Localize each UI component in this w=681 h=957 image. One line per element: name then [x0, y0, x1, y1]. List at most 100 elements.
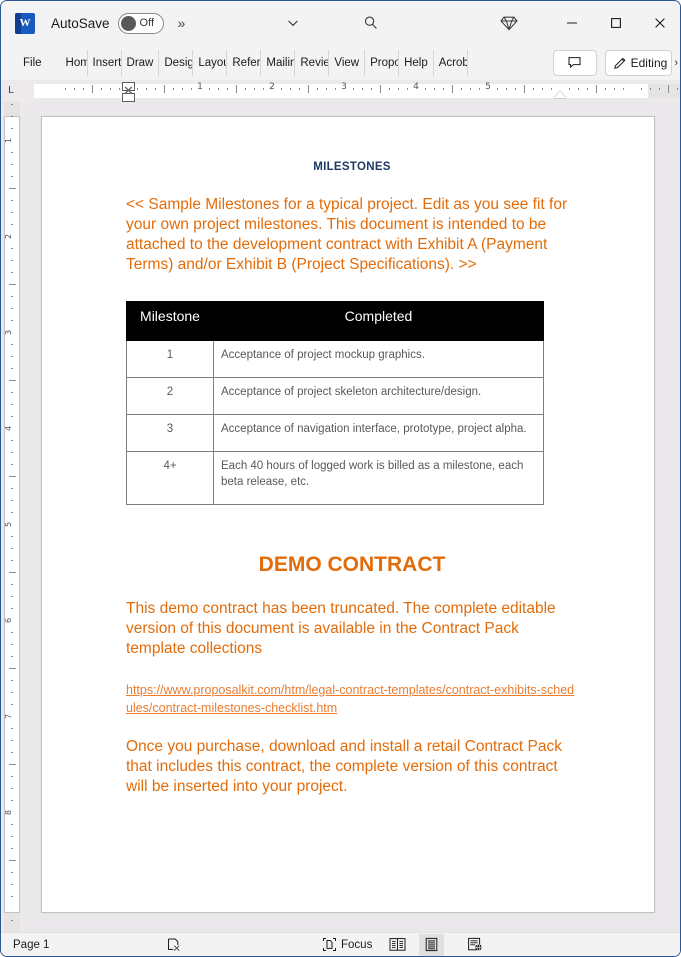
search-icon[interactable] [356, 9, 386, 37]
tab-acrobat[interactable]: Acrobat [434, 49, 468, 76]
vruler-tick [11, 740, 13, 741]
proposalkit-link[interactable]: https://www.proposalkit.com/htm/legal-co… [126, 681, 578, 717]
word-window: W AutoSave Off » File Ho Insert Draw Des… [0, 0, 681, 957]
minimize-icon[interactable] [550, 2, 594, 44]
print-layout-icon[interactable] [419, 933, 444, 956]
cell-completed-1: Acceptance of project mockup graphics. [213, 340, 544, 378]
vruler-tick [11, 824, 13, 825]
tab-stop-selector[interactable]: L [8, 85, 14, 96]
vruler-number: 8 [4, 809, 14, 816]
vruler-tick [11, 464, 13, 465]
title-bar: W AutoSave Off » [1, 1, 680, 45]
vruler-tick [11, 836, 13, 837]
ruler-number: 4 [413, 82, 419, 92]
document-page[interactable]: MILESTONES << Sample Milestones for a ty… [41, 116, 655, 913]
table-row[interactable]: 1 Acceptance of project mockup graphics. [126, 340, 544, 378]
focus-mode-button[interactable]: Focus [317, 934, 377, 956]
ruler-tick [317, 88, 318, 90]
word-app-icon[interactable]: W [15, 12, 35, 34]
document-body[interactable]: MILESTONES << Sample Milestones for a ty… [126, 161, 578, 797]
cell-milestone-2: 2 [126, 377, 214, 415]
vruler-tick [11, 272, 13, 273]
ruler-tick [65, 88, 66, 90]
autosave-toggle[interactable]: Off [117, 12, 164, 34]
tab-references[interactable]: References [227, 49, 262, 76]
ruler-tick [533, 88, 534, 90]
tab-proposal-kit[interactable]: Proposal Kit [365, 49, 400, 76]
table-header-milestone: Milestone [126, 301, 214, 341]
vruler-tick [9, 380, 16, 381]
cell-completed-2: Acceptance of project skeleton architect… [213, 377, 544, 415]
vruler-tick [11, 848, 13, 849]
vruler-number: 4 [4, 425, 14, 432]
table-header-completed: Completed [213, 301, 544, 341]
ruler-tick [515, 88, 516, 90]
vruler-tick [11, 356, 13, 357]
ribbon-right-controls: Editing › [552, 49, 680, 76]
maximize-icon[interactable] [594, 2, 638, 44]
document-canvas[interactable]: MILESTONES << Sample Milestones for a ty… [23, 102, 680, 934]
vertical-ruler[interactable]: 1 2 3 4 5 6 7 8 [1, 102, 23, 934]
vruler-tick [11, 896, 13, 897]
table-row[interactable]: 3 Acceptance of navigation interface, pr… [126, 414, 544, 452]
vruler-tick [11, 884, 13, 885]
ruler-tick [371, 88, 372, 90]
tab-view[interactable]: View [329, 49, 366, 76]
ruler-tick [398, 88, 399, 90]
read-mode-icon[interactable] [384, 934, 411, 956]
vruler-tick [9, 860, 16, 861]
ruler-tick [353, 88, 354, 90]
vruler-tick [11, 416, 13, 417]
tab-insert[interactable]: Insert [88, 49, 122, 76]
vruler-tick [11, 728, 13, 729]
quick-access-overflow-button[interactable]: » [178, 15, 186, 31]
vruler-tick [9, 668, 16, 669]
vruler-tick [11, 116, 13, 117]
autosave-label: AutoSave [51, 15, 110, 31]
page-number-status[interactable]: Page 1 [13, 939, 49, 951]
focus-icon [322, 937, 337, 952]
tab-mailings[interactable]: Mailings [261, 49, 296, 76]
tab-help[interactable]: Help [399, 49, 434, 76]
ruler-tick [524, 85, 525, 93]
vruler-tick [11, 152, 13, 153]
ruler-tick [380, 85, 381, 93]
ruler-tick [578, 88, 579, 90]
tab-home[interactable]: Home [52, 49, 88, 76]
web-layout-icon[interactable] [462, 934, 488, 956]
chevron-down-icon[interactable] [278, 9, 308, 37]
ruler-tick [668, 85, 669, 93]
milestones-table[interactable]: Milestone Completed 1 Acceptance of proj… [126, 301, 544, 505]
tab-layout[interactable]: Layout [193, 49, 228, 76]
table-row[interactable]: 4+ Each 40 hours of logged work is bille… [126, 451, 544, 505]
tab-review[interactable]: Review [295, 49, 330, 76]
tab-file[interactable]: File [9, 50, 52, 76]
vruler-tick [11, 104, 13, 105]
ruler-tick [92, 85, 93, 93]
vruler-tick [11, 440, 13, 441]
vruler-tick [11, 692, 13, 693]
vruler-tick [11, 488, 13, 489]
vruler-tick [9, 284, 16, 285]
vruler-tick [11, 560, 13, 561]
ruler-tick [551, 88, 552, 90]
diamond-icon[interactable] [494, 9, 524, 37]
editing-mode-button[interactable]: Editing [604, 49, 673, 76]
vruler-tick [11, 200, 13, 201]
right-indent-marker[interactable] [554, 91, 566, 98]
cell-milestone-4: 4+ [126, 451, 214, 505]
proofing-errors-icon[interactable] [161, 934, 187, 956]
ruler-tick [434, 88, 435, 90]
tab-draw[interactable]: Draw [122, 49, 160, 76]
vruler-tick [11, 536, 13, 537]
vruler-tick [11, 164, 13, 165]
vruler-number: 6 [4, 617, 14, 624]
table-row[interactable]: 2 Acceptance of project skeleton archite… [126, 377, 544, 415]
tab-design[interactable]: Design [159, 49, 194, 76]
chevron-right-icon[interactable]: › [672, 57, 680, 69]
vruler-margin-bottom [4, 913, 20, 934]
close-icon[interactable] [638, 2, 680, 44]
comments-button[interactable] [552, 49, 597, 76]
vruler-tick [11, 644, 13, 645]
horizontal-ruler[interactable]: L 1 2 3 4 5 ✕ [1, 80, 680, 102]
